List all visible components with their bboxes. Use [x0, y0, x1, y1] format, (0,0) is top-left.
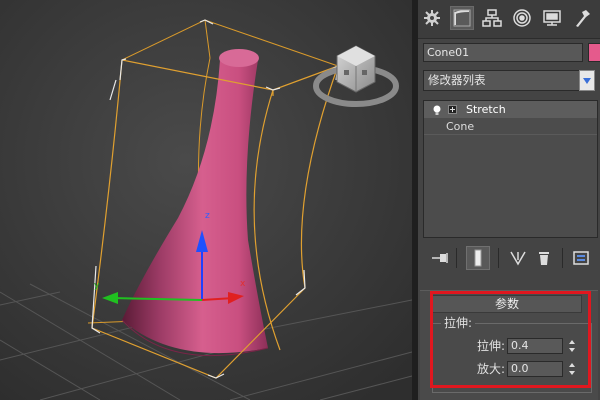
- expand-toggle-icon[interactable]: [448, 105, 457, 114]
- group-label: 拉伸:: [441, 316, 476, 330]
- stretch-group: 拉伸: 拉伸: 0.4 放大: 0.0: [432, 316, 593, 393]
- object-name-field[interactable]: [423, 43, 583, 62]
- amplify-spinner[interactable]: [566, 361, 577, 377]
- hierarchy-tab-icon[interactable]: [480, 6, 504, 30]
- command-panel: 修改器列表 Stretch Cone: [418, 0, 600, 400]
- display-tab-icon[interactable]: [540, 6, 564, 30]
- gizmo-y-label: y: [94, 281, 100, 291]
- modifier-stack: Stretch Cone: [423, 100, 598, 238]
- modifier-list-label: 修改器列表: [428, 73, 486, 87]
- parameters-rollout: 参数 拉伸: 拉伸: 0.4 放大: 0.0: [420, 290, 598, 400]
- create-tab-icon[interactable]: [420, 6, 444, 30]
- gizmo-x-label: x: [240, 279, 246, 289]
- amplify-value-input[interactable]: 0.0: [507, 361, 563, 377]
- object-color-swatch[interactable]: [588, 43, 600, 62]
- modify-tab-icon[interactable]: [450, 6, 474, 30]
- amplify-field-row: 放大: 0.0: [433, 361, 593, 378]
- configure-modifier-sets-icon[interactable]: [570, 246, 594, 270]
- gizmo-z-label: z: [205, 211, 210, 221]
- modifier-list-dropdown[interactable]: 修改器列表: [423, 70, 595, 91]
- stack-item-stretch[interactable]: Stretch: [424, 101, 597, 118]
- amplify-label: 放大:: [476, 362, 505, 376]
- perspective-viewport[interactable]: z x y: [0, 0, 412, 400]
- motion-tab-icon[interactable]: [510, 6, 534, 30]
- command-panel-tabs: [418, 0, 600, 39]
- chevron-down-icon[interactable]: [579, 70, 595, 91]
- remove-modifier-icon[interactable]: [532, 246, 556, 270]
- stretch-field-row: 拉伸: 0.4: [433, 338, 593, 355]
- stretch-spinner[interactable]: [566, 338, 577, 354]
- stack-item-label: Stretch: [466, 103, 506, 116]
- stretch-label: 拉伸:: [476, 339, 505, 353]
- show-end-result-icon[interactable]: [466, 246, 490, 270]
- rollout-title[interactable]: 参数: [432, 295, 582, 313]
- make-unique-icon[interactable]: [506, 246, 530, 270]
- utilities-tab-icon[interactable]: [570, 6, 594, 30]
- pin-stack-icon[interactable]: [428, 246, 452, 270]
- stack-item-cone[interactable]: Cone: [424, 118, 597, 135]
- stack-toolbar: [418, 244, 600, 272]
- stretch-value-input[interactable]: 0.4: [507, 338, 563, 354]
- stack-item-label: Cone: [446, 120, 475, 133]
